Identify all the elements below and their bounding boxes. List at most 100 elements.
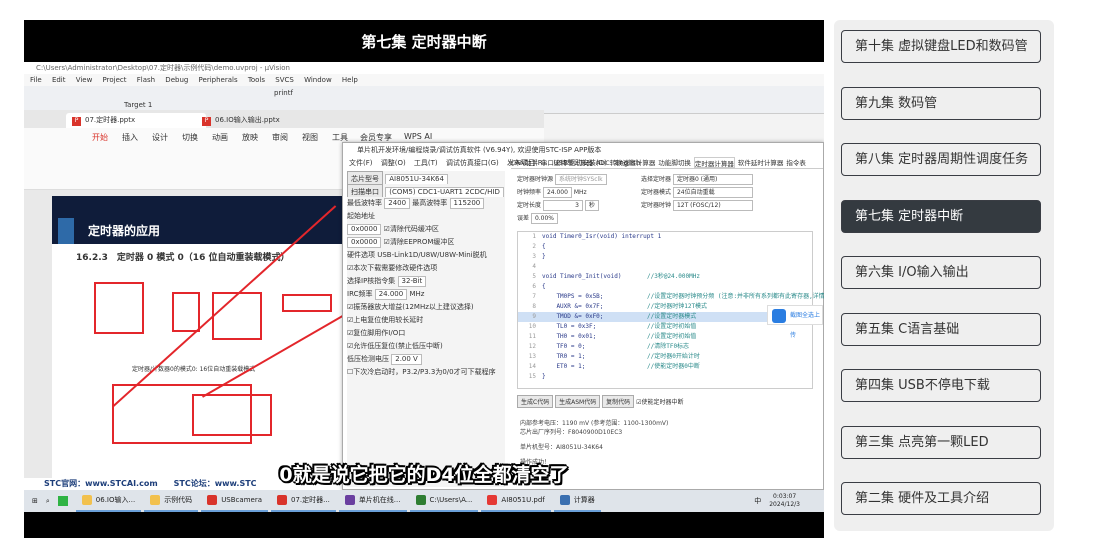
code-text: } <box>542 253 546 260</box>
timer-select[interactable]: 定时器0 (通用) <box>672 174 753 185</box>
time: 0:03:07 <box>773 493 797 500</box>
code-comment: //定时器时钟12T模式 <box>647 303 708 310</box>
taskbar-item[interactable]: USBcamera <box>201 490 268 512</box>
episode-button[interactable]: 第五集 C语言基础 <box>841 312 1041 346</box>
app-icon <box>150 495 161 505</box>
taskbar-item[interactable]: 示例代码 <box>144 490 199 512</box>
code-text: TR0 = 1; <box>542 353 586 360</box>
code-text: void Timer0_Init(void) <box>542 273 622 280</box>
checkbox-label[interactable]: 复位脚用作I/O口 <box>353 329 405 337</box>
app-icon <box>207 495 218 505</box>
code-line: 1 void Timer0_Isr(void) interrupt 1 <box>518 232 812 242</box>
eeprom-addr[interactable]: 0x0000 <box>347 237 382 248</box>
tab[interactable]: 指令表 <box>786 157 806 168</box>
timer-calculator: CAN助手 串口波特率计算器 ADC转换速度计算器 功能脚切换 定时器计算器 软… <box>511 157 824 489</box>
ribbon-tab: 视图 <box>302 133 318 142</box>
taskbar-label: 计算器 <box>573 496 595 504</box>
tab[interactable]: 软件延时计算器 <box>738 157 784 168</box>
hw-options-tab[interactable]: 硬件选项 <box>347 251 375 259</box>
lvd-select[interactable]: 2.00 V <box>391 354 422 365</box>
stc-isp-window: 单片机开发环境/编程烧录/调试仿真软件 (V6.94Y), 欢迎使用STC-IS… <box>342 142 824 490</box>
checkbox-label[interactable]: 清除EEPROM缓冲区 <box>390 238 454 246</box>
taskbar-item[interactable]: 单片机在线... <box>338 490 407 512</box>
episode-button[interactable]: 第三集 点亮第一颗LED <box>841 425 1041 459</box>
episode-button[interactable]: 第九集 数码管 <box>841 86 1041 120</box>
unit: MHz <box>573 189 587 196</box>
checkbox-label[interactable]: 下次冷启动时，P3.2/P3.3为0/0才可下载程序 <box>353 368 495 376</box>
checkbox-label[interactable]: 清除代码缓冲区 <box>390 225 439 233</box>
tclk-select[interactable]: 12T (FOSC/12) <box>672 200 753 211</box>
mode-select[interactable]: 24位自动重载 <box>672 187 753 198</box>
tab[interactable]: 功能脚切换 <box>658 157 691 168</box>
target-field: Target 1 <box>124 101 153 109</box>
taskbar-item[interactable]: C:\Users\A... <box>409 490 479 512</box>
windows-start-icon: ⊞ <box>32 497 38 505</box>
ip-core-select[interactable]: 32-Bit <box>397 276 427 287</box>
date: 2024/12/3 <box>769 501 800 508</box>
tab-active[interactable]: 定时器计算器 <box>693 157 735 168</box>
copy-code-button[interactable]: 复制代码 <box>602 395 635 408</box>
episode-button[interactable]: 第十集 虚拟键盘LED和数码管 <box>841 30 1041 63</box>
code-text: TL0 = 0x3F; <box>542 323 597 330</box>
code-line: 7 TM0PS = 0x5B; //设置定时器时钟预分频 (注意:并非所有系列都有… <box>518 292 824 302</box>
log-line: 内部参考电压：1190 mV (参考范围：1100-1300mV) <box>520 420 669 427</box>
slide-header: 定时器的应用 <box>52 196 352 244</box>
isp-title: 单片机开发环境/编程烧录/调试仿真软件 (V6.94Y), 欢迎使用STC-IS… <box>343 143 823 157</box>
irc-freq[interactable]: 24.000 <box>374 289 408 300</box>
taskbar-item[interactable]: 计算器 <box>553 490 601 512</box>
gen-asm-button[interactable]: 生成ASM代码 <box>555 395 601 408</box>
unit-select[interactable]: 秒 <box>584 200 599 211</box>
episode-button[interactable]: 第四集 USB不停电下载 <box>841 369 1041 402</box>
ime-indicator: 中 <box>754 497 762 505</box>
episode-button[interactable]: 第六集 I/O输入输出 <box>841 256 1041 289</box>
length-field[interactable]: 3 <box>542 200 583 211</box>
episode-button[interactable]: 第二集 硬件及工具介绍 <box>841 482 1041 515</box>
taskbar-item[interactable]: 07.定时器... <box>271 490 336 512</box>
scan-port-button[interactable]: 扫描串口 <box>347 184 383 197</box>
tab[interactable]: CAN助手 <box>511 157 538 168</box>
taskbar-label: 单片机在线... <box>358 496 401 504</box>
line-number: 9 <box>532 313 536 320</box>
checkbox-label[interactable]: 允许低压复位(禁止低压中断) <box>353 342 442 350</box>
clock: 0:03:07 2024/12/3 <box>769 493 824 509</box>
label: 时钟频率 <box>517 189 542 196</box>
code-line: 12 TF0 = 0; //清除TF0标志 <box>518 342 812 352</box>
clock-src-select[interactable]: 系统时钟SYSclk <box>554 174 607 185</box>
tab[interactable]: 串口波特率计算器 <box>541 157 593 168</box>
label: 起始地址 <box>347 212 375 220</box>
line-number: 4 <box>532 263 536 270</box>
max-baud[interactable]: 115200 <box>449 198 485 209</box>
taskbar-item[interactable]: AI8051U.pdf <box>481 490 551 512</box>
episode-button[interactable]: 第八集 定时器周期性调度任务 <box>841 143 1041 176</box>
tab-label[interactable]: USB-Link1D/U8W/U8W-Mini脱机 <box>377 251 486 259</box>
port-field[interactable]: (COM5) CDC1-UART1 2CDC/HID <box>385 187 504 197</box>
code-comment: //设置定时器模式 <box>647 313 697 320</box>
code-line: 13 TR0 = 1; //定时器0开始计时 <box>518 352 812 362</box>
checkbox-label[interactable]: 振荡器放大增益(12MHz以上建议选择) <box>353 303 473 311</box>
taskbar-label: USBcamera <box>221 496 262 504</box>
float-upload-button[interactable]: 截图全选上传 <box>767 305 823 339</box>
label: IRC频率 <box>347 290 373 298</box>
taskbar-item[interactable]: 06.IO输入... <box>75 490 142 512</box>
min-baud[interactable]: 2400 <box>384 198 411 209</box>
video-title: 第七集 定时器中断 <box>361 32 487 51</box>
start-addr[interactable]: 0x0000 <box>347 224 382 235</box>
log-line: 单片机型号：AI8051U-34K64 <box>520 444 603 451</box>
gen-c-button[interactable]: 生成C代码 <box>517 395 554 408</box>
freq-field[interactable]: 24.000 <box>542 187 572 198</box>
isp-left-panel: 芯片型号 AI8051U-34K64 扫描串口 (COM5) CDC1-UART… <box>347 171 505 487</box>
label: 最高波特率 <box>412 199 448 207</box>
chip-field[interactable]: AI8051U-34K64 <box>385 174 448 184</box>
tab[interactable]: ADC转换速度计算器 <box>596 157 656 168</box>
video-frame[interactable]: C:\Users\Administrator\Desktop\07.定时器\示例… <box>24 62 824 490</box>
video-player[interactable]: 第七集 定时器中断 C:\Users\Administrator\Desktop… <box>24 20 824 538</box>
checkbox-label[interactable]: 本次下载需要修改硬件选项 <box>353 264 437 272</box>
checkbox-label[interactable]: 上电复位使用较长延时 <box>353 316 423 324</box>
code-comment: //3秒@24.000MHz <box>647 273 700 280</box>
enable-interrupt-checkbox[interactable]: 使能定时器中断 <box>641 399 683 406</box>
app-icon <box>487 495 498 505</box>
label: 最低波特率 <box>347 199 382 207</box>
line-number: 10 <box>528 323 536 330</box>
taskbar-label: 示例代码 <box>164 496 193 504</box>
episode-button[interactable]: 第七集 定时器中断 <box>841 199 1041 233</box>
